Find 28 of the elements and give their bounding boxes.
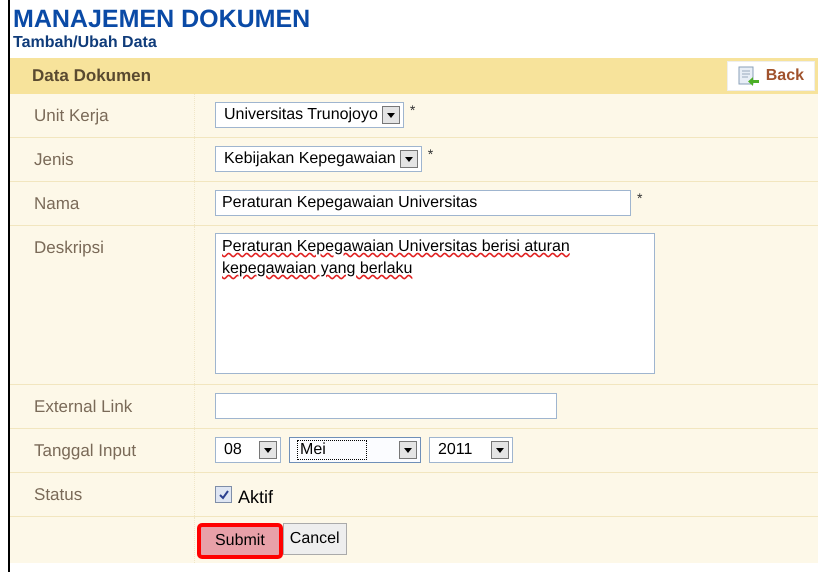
required-mark: * — [637, 190, 642, 206]
dropdown[interactable]: Universitas Trunojoyo — [215, 102, 404, 128]
dropdown[interactable]: 2011 — [429, 437, 513, 463]
document-arrow-icon — [738, 66, 760, 86]
checkmark-icon — [218, 488, 230, 500]
dropdown[interactable]: 08 — [215, 437, 281, 463]
field-label: External Link — [34, 397, 132, 416]
description-field[interactable]: Peraturan Kepegawaian Universitas berisi aturan kepegawaian yang berlaku — [215, 233, 655, 374]
page-title: MANAJEMEN DOKUMEN — [12, 4, 312, 33]
panel-title: Data Dokumen — [32, 66, 152, 86]
required-mark: * — [428, 146, 434, 162]
field-label: Nama — [34, 194, 80, 213]
text-field[interactable] — [215, 393, 557, 419]
dropdown[interactable]: Mei — [289, 437, 421, 463]
checkbox-label: Aktif — [238, 487, 274, 508]
field-label: Deskripsi — [34, 238, 104, 257]
form-button[interactable]: Cancel — [282, 523, 347, 555]
form-button[interactable]: Submit — [197, 523, 283, 559]
back-button[interactable]: Back — [726, 61, 815, 91]
field-label: Status — [34, 485, 82, 504]
field-label: Tanggal Input — [34, 441, 136, 460]
required-mark: * — [410, 102, 416, 118]
text-field[interactable]: Peraturan Kepegawaian Universitas — [215, 190, 631, 216]
checkbox[interactable] — [215, 486, 232, 503]
field-label: Jenis — [34, 150, 74, 169]
field-label: Unit Kerja — [34, 106, 109, 125]
dropdown[interactable]: Kebijakan Kepegawaian — [215, 146, 422, 172]
page-subtitle: Tambah/Ubah Data — [12, 33, 158, 53]
